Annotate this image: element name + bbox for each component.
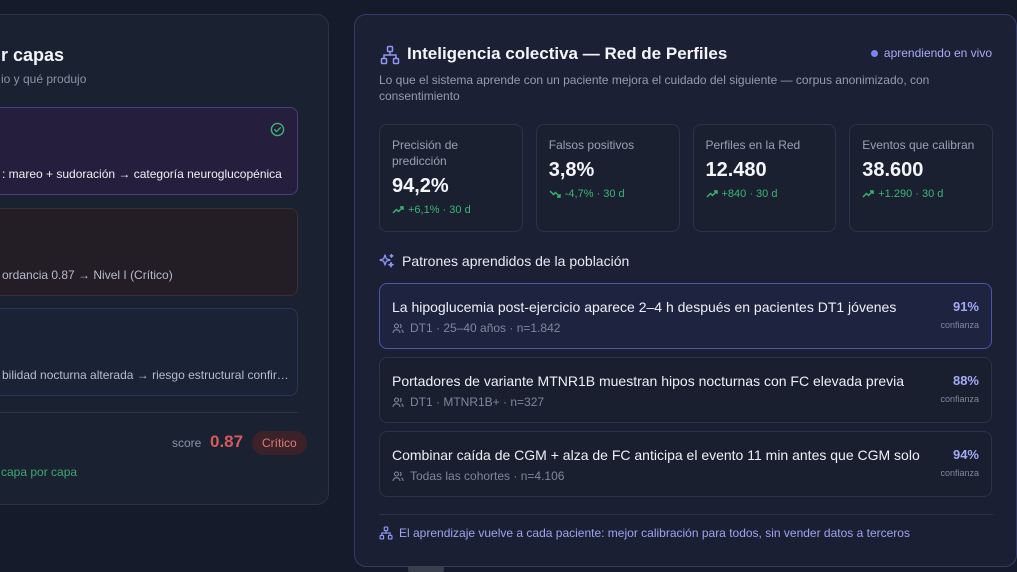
- users-icon: [392, 396, 404, 407]
- users-icon: [392, 470, 404, 481]
- left-panel-footer-link[interactable]: capa por capa: [1, 465, 77, 479]
- metric-label: Eventos que calibran: [862, 138, 975, 152]
- metric-value: 3,8%: [548, 159, 595, 181]
- pattern-card[interactable]: Portadores de variante MTNR1B muestran h…: [379, 357, 992, 423]
- pattern-confidence: 91%: [952, 299, 979, 314]
- left-panel-title: r capas: [1, 45, 65, 65]
- left-panel-subtitle: io y qué produjo: [1, 72, 87, 86]
- layer-card-text: bilidad nocturna alterada → riesgo estru…: [2, 368, 289, 382]
- panel-title: Inteligencia colectiva — Red de Perfiles: [407, 44, 728, 63]
- panel-footer: El aprendizaje vuelve a cada paciente: m…: [379, 526, 910, 540]
- layer-card-symptoms[interactable]: : mareo + sudoración → categoría neurogl…: [0, 107, 298, 195]
- score-label: score: [172, 436, 202, 450]
- network-icon: [380, 45, 400, 70]
- trend-down-icon: [549, 190, 561, 198]
- metric-delta-text: -4,7% · 30 d: [564, 188, 625, 200]
- metric-delta: +1.290 · 30 d: [862, 188, 980, 200]
- pattern-meta: DT1 · 25–40 años · n=1.842: [392, 321, 560, 335]
- live-dot-icon: [870, 49, 878, 57]
- pattern-confidence: 88%: [952, 373, 979, 388]
- trend-up-icon: [706, 190, 718, 198]
- layer-card-text: ordancia 0.87 → Nivel I (Crítico): [2, 268, 173, 282]
- pattern-meta-text: DT1 · MTNR1B+ · n=327: [410, 395, 545, 409]
- pattern-text: Combinar caída de CGM + alza de FC antic…: [392, 447, 920, 463]
- patterns-heading: Patrones aprendidos de la población: [379, 253, 629, 269]
- pattern-card[interactable]: La hipoglucemia post-ejercicio aparece 2…: [379, 283, 992, 349]
- trend-up-icon: [862, 190, 874, 198]
- metric-label: Perfiles en la Red: [705, 138, 801, 152]
- metric-card-precision: Precisión de predicción 94,2% +6,1% · 30…: [379, 124, 523, 232]
- metric-delta-text: +1.290 · 30 d: [878, 188, 944, 200]
- pattern-meta: DT1 · MTNR1B+ · n=327: [392, 395, 544, 409]
- divider: [0, 412, 298, 413]
- score-value: 0.87: [210, 432, 244, 451]
- page: r capas io y qué produjo : mareo + sudor…: [0, 0, 1017, 572]
- metric-card-false-positives: Falsos positivos 3,8% -4,7% · 30 d: [535, 124, 680, 232]
- live-indicator: aprendiendo en vivo: [870, 46, 992, 60]
- pattern-card[interactable]: Combinar caída de CGM + alza de FC antic…: [379, 431, 992, 497]
- metric-card-profiles: Perfiles en la Red 12.480 +840 · 30 d: [692, 124, 837, 232]
- check-circle-icon: [270, 122, 285, 142]
- layer-card-text: : mareo + sudoración → categoría neurogl…: [2, 167, 282, 181]
- scrollbar-thumb[interactable]: [408, 566, 444, 572]
- metric-value: 94,2%: [392, 175, 449, 197]
- pattern-meta: Todas las cohortes · n=4.106: [392, 469, 564, 483]
- metric-delta: +6,1% · 30 d: [392, 204, 510, 216]
- patterns-heading-text: Patrones aprendidos de la población: [402, 253, 630, 269]
- metric-card-events: Eventos que calibran 38.600 +1.290 · 30 …: [849, 124, 993, 232]
- metrics-row: Precisión de predicción 94,2% +6,1% · 30…: [379, 124, 993, 232]
- layer-analysis-panel: r capas io y qué produjo : mareo + sudor…: [0, 14, 329, 505]
- metric-delta: +840 · 30 d: [706, 188, 824, 200]
- pattern-meta-text: DT1 · 25–40 años · n=1.842: [410, 321, 561, 335]
- users-icon: [392, 322, 404, 333]
- trend-up-icon: [392, 206, 404, 214]
- metric-delta-text: +6,1% · 30 d: [408, 204, 471, 216]
- pattern-confidence-label: confianza: [940, 468, 979, 478]
- pattern-confidence-label: confianza: [940, 320, 979, 330]
- sparkles-icon: [379, 253, 394, 268]
- live-label: aprendiendo en vivo: [883, 46, 992, 60]
- pattern-text: La hipoglucemia post-ejercicio aparece 2…: [392, 299, 897, 315]
- layer-card-structural[interactable]: bilidad nocturna alterada → riesgo estru…: [0, 308, 298, 396]
- pattern-text: Portadores de variante MTNR1B muestran h…: [392, 373, 905, 389]
- pattern-confidence: 94%: [952, 447, 979, 462]
- pattern-meta-text: Todas las cohortes · n=4.106: [410, 469, 565, 483]
- layer-card-level[interactable]: ordancia 0.87 → Nivel I (Crítico): [0, 208, 298, 296]
- metric-label: Precisión de predicción: [392, 138, 459, 168]
- critical-badge: Crítico: [252, 431, 307, 455]
- panel-footer-text: El aprendizaje vuelve a cada paciente: m…: [399, 526, 910, 540]
- metric-delta-text: +840 · 30 d: [721, 188, 778, 200]
- network-icon: [379, 526, 393, 540]
- metric-value: 38.600: [862, 159, 924, 181]
- metric-delta: -4,7% · 30 d: [549, 188, 667, 200]
- collective-intelligence-panel: Inteligencia colectiva — Red de Perfiles…: [354, 14, 1017, 567]
- metric-label: Falsos positivos: [548, 138, 635, 152]
- panel-description: Lo que el sistema aprende con un pacient…: [379, 73, 930, 103]
- divider: [379, 514, 993, 515]
- metric-value: 12.480: [705, 159, 767, 181]
- pattern-confidence-label: confianza: [940, 394, 979, 404]
